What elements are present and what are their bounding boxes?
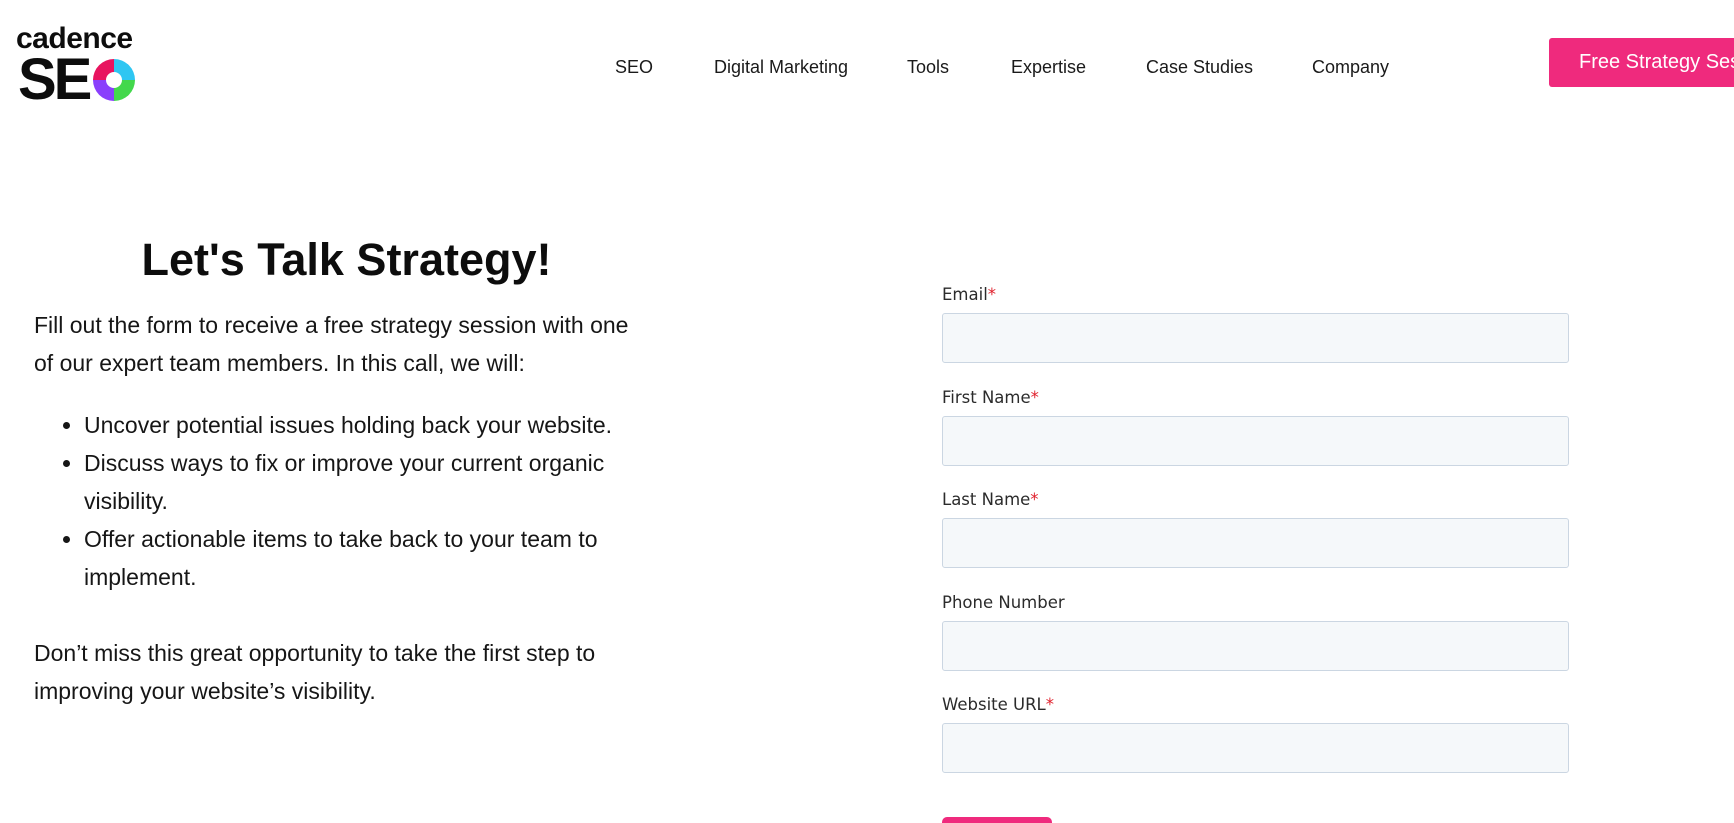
cadence-seo-logo[interactable]: cadence SE — [16, 24, 151, 112]
intro-closing-line-2: improving your website’s visibility. — [34, 678, 376, 704]
page-title: Let's Talk Strategy! — [141, 234, 552, 285]
nav-item-tools[interactable]: Tools — [907, 54, 949, 80]
website-url-label: Website URL* — [942, 695, 1055, 714]
intro-closing-line-1: Don’t miss this great opportunity to tak… — [34, 640, 596, 666]
required-mark: * — [1030, 388, 1039, 407]
email-label: Email* — [942, 285, 997, 304]
logo-wordmark-seo: SE — [18, 47, 137, 112]
call-agenda-list: Uncover potential issues holding back yo… — [34, 406, 674, 596]
required-mark: * — [1030, 490, 1039, 509]
nav-item-digital-marketing[interactable]: Digital Marketing — [714, 54, 848, 80]
intro-lead-line-2: of our expert team members. In this call… — [34, 350, 525, 376]
nav-item-company[interactable]: Company — [1312, 54, 1389, 80]
first-name-label: First Name* — [942, 388, 1039, 407]
phone-number-label: Phone Number — [942, 593, 1065, 612]
required-mark: * — [1045, 695, 1055, 714]
nav-item-case-studies[interactable]: Case Studies — [1146, 54, 1253, 80]
submit-button[interactable] — [942, 817, 1052, 823]
intro-lead-line-1: Fill out the form to receive a free stra… — [34, 312, 629, 338]
required-mark: * — [987, 285, 997, 304]
last-name-field[interactable] — [942, 518, 1569, 568]
logo-wordmark-bottom: SE — [18, 47, 92, 112]
list-item: Discuss ways to fix or improve your curr… — [84, 444, 674, 520]
nav-item-seo[interactable]: SEO — [615, 54, 653, 80]
first-name-field[interactable] — [942, 416, 1569, 466]
site-header: cadence SE SEO Digital Marketing Tools E… — [0, 0, 1734, 130]
phone-number-field[interactable] — [942, 621, 1569, 671]
list-item: Uncover potential issues holding back yo… — [84, 406, 674, 444]
list-item: Offer actionable items to take back to y… — [84, 520, 674, 596]
website-url-field[interactable] — [942, 723, 1569, 773]
last-name-label: Last Name* — [942, 490, 1039, 509]
email-field[interactable] — [942, 313, 1569, 363]
logo-ring-icon — [93, 59, 136, 101]
free-strategy-session-button[interactable]: Free Strategy Session — [1549, 38, 1734, 87]
nav-item-expertise[interactable]: Expertise — [1011, 54, 1086, 80]
